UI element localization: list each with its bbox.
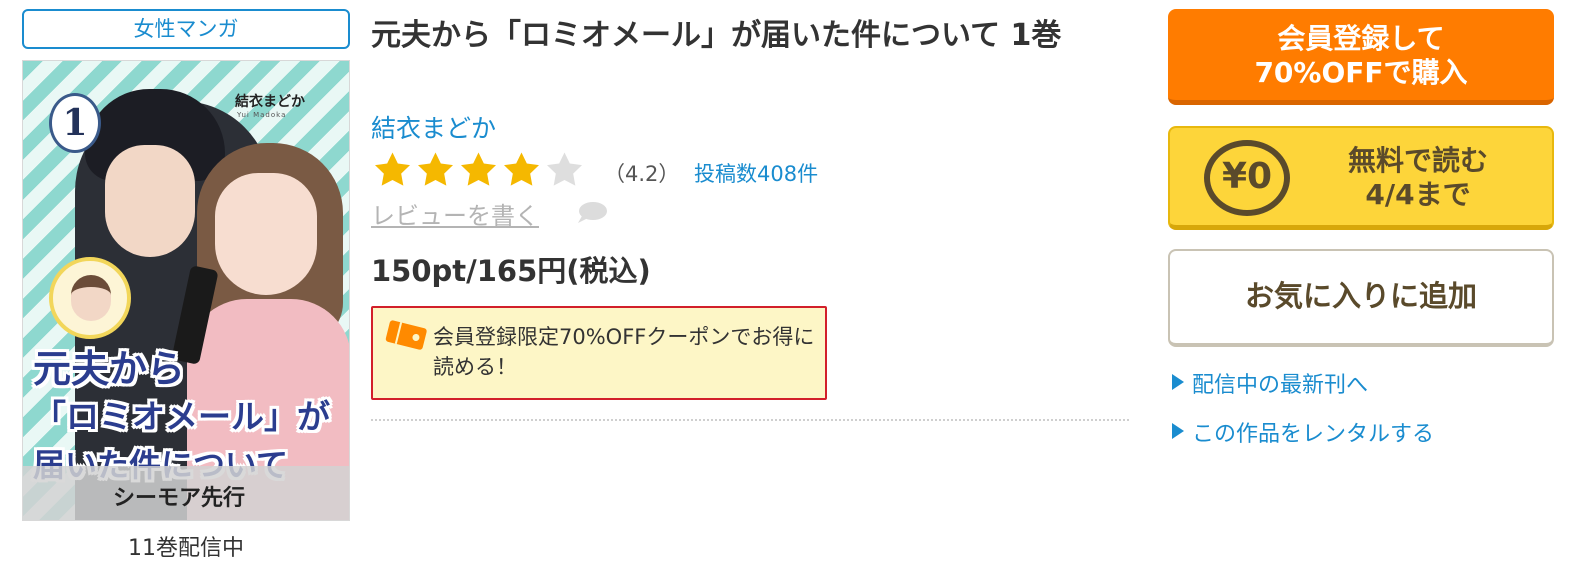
- genre-tag[interactable]: 女性マンガ: [22, 9, 350, 49]
- page-title: 元夫から「ロミオメール」が届いた件について 1巻: [371, 18, 1062, 53]
- author-link[interactable]: 結衣まどか: [371, 109, 496, 145]
- price: 150pt/165円(税込): [371, 254, 651, 288]
- speech-bubble-icon: [578, 202, 607, 223]
- cover-art-man-face: [105, 145, 195, 257]
- star-empty-icon: [547, 152, 582, 186]
- cover-author: 結衣まどか: [235, 94, 305, 110]
- rental-label: この作品をレンタルする: [1192, 422, 1435, 447]
- yen-zero-icon: ¥0: [1204, 140, 1290, 216]
- triangle-right-icon: [1172, 423, 1184, 439]
- cover-title-line: 元夫から: [33, 347, 186, 391]
- free-button-text: 無料で読む 4/4まで: [1298, 144, 1538, 212]
- cover-art-woman-face: [215, 173, 317, 295]
- add-favorite-button[interactable]: お気に入りに追加: [1168, 249, 1554, 347]
- free-button-line2: 4/4まで: [1365, 178, 1471, 211]
- star-filled-icon: [461, 152, 496, 186]
- cover-author-en: Yui Madoka: [237, 111, 287, 119]
- star-filled-icon: [375, 152, 410, 186]
- coupon-text: 会員登録限定70%OFFクーポンでお得に読める！: [433, 325, 815, 379]
- read-free-button[interactable]: ¥0 無料で読む 4/4まで: [1168, 126, 1554, 230]
- rental-link[interactable]: この作品をレンタルする: [1172, 416, 1434, 448]
- volumes-count: 11巻配信中: [128, 536, 244, 561]
- star-filled-icon: [504, 152, 539, 186]
- cover-volume-number: 1: [49, 93, 101, 153]
- cover-title-line: 「ロミオメール」が: [33, 397, 330, 436]
- cover-image[interactable]: 1 結衣まどか Yui Madoka 元夫から 「ロミオメール」が 届いた件につ…: [22, 60, 350, 521]
- triangle-right-icon: [1172, 374, 1184, 390]
- rating-value: （4.2）: [604, 162, 680, 186]
- cover-label: シーモア先行: [113, 486, 246, 511]
- star-rating: [371, 150, 586, 190]
- free-button-line1: 無料で読む: [1347, 144, 1488, 177]
- coupon-banner[interactable]: 会員登録限定70%OFFクーポンでお得に読める！: [371, 306, 827, 400]
- buy-button-line1: 会員登録して: [1277, 22, 1445, 55]
- review-count-link[interactable]: 投稿数408件: [694, 158, 818, 188]
- cover-art-badge-face: [71, 275, 111, 321]
- cover-band: シーモア先行: [23, 466, 349, 520]
- member-buy-button[interactable]: 会員登録して 70%OFFで購入: [1168, 9, 1554, 105]
- buy-button-line2: 70%OFFで購入: [1254, 56, 1468, 89]
- coupon-tag-icon: [385, 320, 427, 350]
- latest-volume-link[interactable]: 配信中の最新刊へ: [1172, 367, 1368, 399]
- latest-volume-label: 配信中の最新刊へ: [1192, 373, 1369, 398]
- write-review-link[interactable]: レビューを書く: [371, 196, 539, 231]
- cover-art-badge: [49, 257, 131, 339]
- divider: [371, 419, 1129, 421]
- star-filled-icon: [418, 152, 453, 186]
